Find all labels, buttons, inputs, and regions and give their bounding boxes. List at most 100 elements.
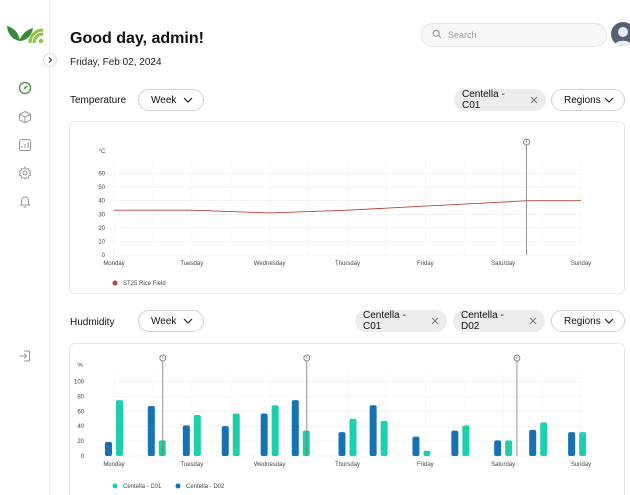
temperature-filter-chip[interactable]: Centella - C01 xyxy=(454,89,546,111)
y-tick-label: 0 xyxy=(81,454,85,460)
bar-centella-d02 xyxy=(260,413,268,456)
box-icon[interactable] xyxy=(17,109,33,125)
x-tick-label: Friday xyxy=(417,462,434,468)
chevron-down-icon xyxy=(604,95,614,106)
bar-centella-c01 xyxy=(116,400,123,456)
chevron-down-icon xyxy=(183,95,193,106)
close-icon[interactable] xyxy=(431,317,439,325)
humidity-chart: 0 20 40 60 80 100 Monday Tuesday Wednesday Thursd… xyxy=(74,354,591,490)
temperature-period-dropdown[interactable]: Week xyxy=(138,89,204,111)
bar-centella-d02 xyxy=(451,430,459,456)
x-tick-label: Sunday xyxy=(571,261,591,267)
y-tick-label: 30 xyxy=(98,212,105,218)
y-tick-label: 40 xyxy=(98,199,105,205)
bar-centella-c01 xyxy=(540,422,548,456)
x-tick-label: Tuesday xyxy=(180,462,203,468)
x-tick-label: Tuesday xyxy=(180,261,203,267)
legend-swatch-c01 xyxy=(112,483,118,489)
dashboard-gauge-icon[interactable] xyxy=(17,80,33,96)
x-tick-label: Saturday xyxy=(491,261,515,267)
chevron-right-icon[interactable] xyxy=(43,53,57,67)
temperature-chip-label: Centella - C01 xyxy=(462,89,505,111)
y-tick-label: 20 xyxy=(98,226,105,232)
bar-centella-d02 xyxy=(412,436,420,456)
humidity-regions-dropdown[interactable]: Regions xyxy=(551,310,625,332)
temperature-label: Temperature xyxy=(70,95,127,106)
x-tick-label: Thursday xyxy=(335,462,360,468)
x-tick-label: Thursday xyxy=(335,261,360,267)
bar-centella-d02 xyxy=(568,432,576,456)
bar-centella-d02 xyxy=(147,406,155,456)
bar-centella-d02 xyxy=(105,441,112,456)
y-tick-label: 10 xyxy=(98,239,105,245)
y-tick-label: 50 xyxy=(98,185,105,191)
legend-swatch-d02 xyxy=(175,483,181,489)
search-input[interactable] xyxy=(448,30,588,40)
temperature-regions-value: Regions xyxy=(564,94,601,106)
current-date: Friday, Feb 02, 2024 xyxy=(70,57,162,68)
search-box[interactable] xyxy=(421,23,607,47)
y-tick-label: 60 xyxy=(98,172,105,178)
bell-icon[interactable] xyxy=(17,193,33,209)
bar-centella-d02 xyxy=(182,425,190,456)
bar-centella-c01 xyxy=(349,418,357,456)
gear-icon[interactable] xyxy=(17,165,33,181)
bar-centella-c01 xyxy=(380,420,388,456)
temperature-period-value: Week xyxy=(151,94,177,106)
humidity-filter-chip-c01[interactable]: Centella - C01 xyxy=(355,310,447,332)
y-tick-label: 40 xyxy=(77,424,84,430)
y-tick-label: 80 xyxy=(77,394,84,400)
temperature-chart: 0 10 20 30 40 50 60 Monday Tuesday Wednesday Thurs… xyxy=(98,138,591,287)
close-icon[interactable] xyxy=(529,317,537,325)
humidity-period-dropdown[interactable]: Week xyxy=(138,310,204,332)
humidity-period-value: Week xyxy=(151,315,177,327)
humidity-chip-d02-label: Centella - D02 xyxy=(461,310,504,332)
bar-centella-c01 xyxy=(462,425,470,456)
chart-icon[interactable] xyxy=(17,137,33,153)
humidity-label: Hudmidity xyxy=(70,317,115,328)
legend-swatch xyxy=(112,280,118,286)
bar-centella-d02 xyxy=(369,405,377,456)
y-tick-label: 100 xyxy=(74,379,85,385)
y-axis-unit: % xyxy=(77,363,83,369)
x-tick-label: Wednesday xyxy=(254,462,286,468)
bar-centella-d02 xyxy=(291,400,299,456)
y-tick-label: 60 xyxy=(77,409,84,415)
y-tick-label: 20 xyxy=(77,439,84,445)
bar-centella-d02 xyxy=(529,429,537,456)
leaf-wifi-logo[interactable] xyxy=(6,22,46,46)
x-tick-label: Saturday xyxy=(491,462,515,468)
humidity-chip-c01-label: Centella - C01 xyxy=(363,310,406,332)
bar-centella-c01 xyxy=(271,405,279,456)
bar-centella-c01 xyxy=(158,440,166,456)
temperature-chart-card: 0 10 20 30 40 50 60 Monday Tuesday Wednesday Thurs… xyxy=(69,121,625,294)
humidity-regions-value: Regions xyxy=(564,315,601,327)
bar-centella-d02 xyxy=(221,426,229,456)
bar-centella-c01 xyxy=(193,415,201,456)
chevron-down-icon xyxy=(604,316,614,327)
search-icon xyxy=(432,26,442,44)
x-tick-label: Wednesday xyxy=(254,261,286,267)
temperature-regions-dropdown[interactable]: Regions xyxy=(551,89,625,111)
sidebar xyxy=(0,0,50,495)
legend-label: ST25 Rice Field xyxy=(123,281,166,287)
humidity-chart-card: 0 20 40 60 80 100 Monday Tuesday Wednesday Thursd… xyxy=(69,343,625,495)
chevron-down-icon xyxy=(183,316,193,327)
bar-centella-c01 xyxy=(505,440,513,456)
x-tick-label: Friday xyxy=(417,261,434,267)
y-tick-label: 0 xyxy=(102,253,106,259)
x-tick-label: Monday xyxy=(103,261,124,267)
page-title: Good day, admin! xyxy=(70,30,204,47)
logout-icon[interactable] xyxy=(17,348,33,364)
humidity-filter-chip-d02[interactable]: Centella - D02 xyxy=(453,310,545,332)
bar-centella-d02 xyxy=(494,440,502,456)
close-icon[interactable] xyxy=(530,96,538,104)
y-axis-unit: °C xyxy=(99,149,106,155)
bar-centella-c01 xyxy=(232,413,240,456)
avatar[interactable] xyxy=(611,22,630,46)
x-tick-label: Monday xyxy=(103,462,124,468)
legend-label-c01: Centella - C01 xyxy=(123,484,162,490)
legend-label-d02: Centella - D02 xyxy=(186,484,225,490)
bar-centella-c01 xyxy=(579,432,587,456)
bar-centella-c01 xyxy=(423,450,431,456)
